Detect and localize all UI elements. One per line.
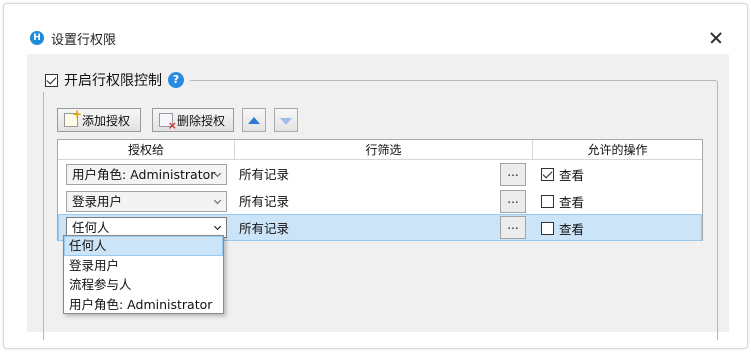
edit-filter-button[interactable]: ... bbox=[500, 190, 526, 213]
dropdown-option[interactable]: 任何人 bbox=[64, 236, 223, 256]
view-permission-label: 查看 bbox=[559, 222, 585, 237]
row-filter-text: 所有记录 bbox=[239, 194, 290, 209]
row-permission-dialog: H 设置行权限 开启行权限控制 ? 添加授权 删除授权 bbox=[3, 3, 748, 349]
enable-row-permission-checkbox[interactable] bbox=[45, 73, 58, 87]
delete-permission-icon bbox=[159, 113, 177, 132]
delete-permission-label: 删除授权 bbox=[177, 113, 226, 128]
grantee-dropdown-list: 任何人 登录用户 流程参与人 用户角色: Administrator bbox=[63, 235, 224, 314]
dropdown-option[interactable]: 登录用户 bbox=[64, 256, 223, 276]
add-permission-icon bbox=[64, 107, 82, 127]
move-down-button[interactable] bbox=[274, 108, 298, 132]
permission-grid: 授权给 行筛选 允许的操作 用户角色: Administrator 所有记录 .… bbox=[57, 139, 703, 241]
chevron-down-icon bbox=[213, 196, 222, 205]
view-permission-label: 查看 bbox=[559, 168, 585, 183]
chevron-down-icon bbox=[213, 222, 222, 231]
edit-filter-button[interactable]: ... bbox=[500, 163, 526, 186]
row-filter-text: 所有记录 bbox=[239, 221, 290, 236]
column-header-operations: 允许的操作 bbox=[587, 143, 648, 157]
dialog-title: 设置行权限 bbox=[51, 33, 117, 48]
grantee-select[interactable]: 用户角色: Administrator bbox=[66, 164, 227, 185]
grantee-value: 登录用户 bbox=[72, 194, 123, 209]
view-permission[interactable]: 查看 bbox=[541, 161, 584, 188]
title-bar: H 设置行权限 bbox=[4, 4, 747, 54]
enable-row-permission-label: 开启行权限控制 bbox=[64, 73, 162, 89]
move-up-button[interactable] bbox=[242, 108, 266, 132]
table-row[interactable]: 用户角色: Administrator 所有记录 ... 查看 bbox=[58, 161, 702, 188]
dropdown-option[interactable]: 流程参与人 bbox=[64, 275, 223, 295]
close-icon[interactable] bbox=[704, 26, 728, 50]
grid-header: 授权给 行筛选 允许的操作 bbox=[58, 140, 702, 160]
app-logo-icon: H bbox=[30, 31, 44, 45]
view-permission[interactable]: 查看 bbox=[541, 215, 584, 242]
view-permission-label: 查看 bbox=[559, 195, 585, 210]
view-permission[interactable]: 查看 bbox=[541, 188, 584, 215]
add-permission-button[interactable]: 添加授权 bbox=[57, 107, 141, 132]
view-permission-checkbox[interactable] bbox=[541, 222, 554, 235]
table-row[interactable]: 登录用户 所有记录 ... 查看 bbox=[58, 188, 702, 215]
enable-row-permission-toggle[interactable]: 开启行权限控制 ? bbox=[43, 68, 190, 92]
dropdown-option[interactable]: 用户角色: Administrator bbox=[64, 295, 223, 315]
help-icon[interactable]: ? bbox=[168, 72, 184, 88]
grantee-select[interactable]: 登录用户 bbox=[66, 191, 227, 212]
column-header-filter: 行筛选 bbox=[235, 140, 533, 160]
arrow-down-icon bbox=[280, 118, 292, 125]
add-permission-label: 添加授权 bbox=[82, 113, 131, 128]
grantee-value: 任何人 bbox=[72, 220, 110, 235]
column-header-grantee: 授权给 bbox=[58, 140, 235, 160]
arrow-up-icon bbox=[248, 117, 260, 124]
view-permission-checkbox[interactable] bbox=[541, 168, 554, 181]
delete-permission-button[interactable]: 删除授权 bbox=[152, 108, 234, 132]
view-permission-checkbox[interactable] bbox=[541, 195, 554, 208]
grantee-value: 用户角色: Administrator bbox=[72, 167, 216, 182]
row-filter-text: 所有记录 bbox=[239, 167, 290, 182]
edit-filter-button[interactable]: ... bbox=[500, 216, 526, 239]
